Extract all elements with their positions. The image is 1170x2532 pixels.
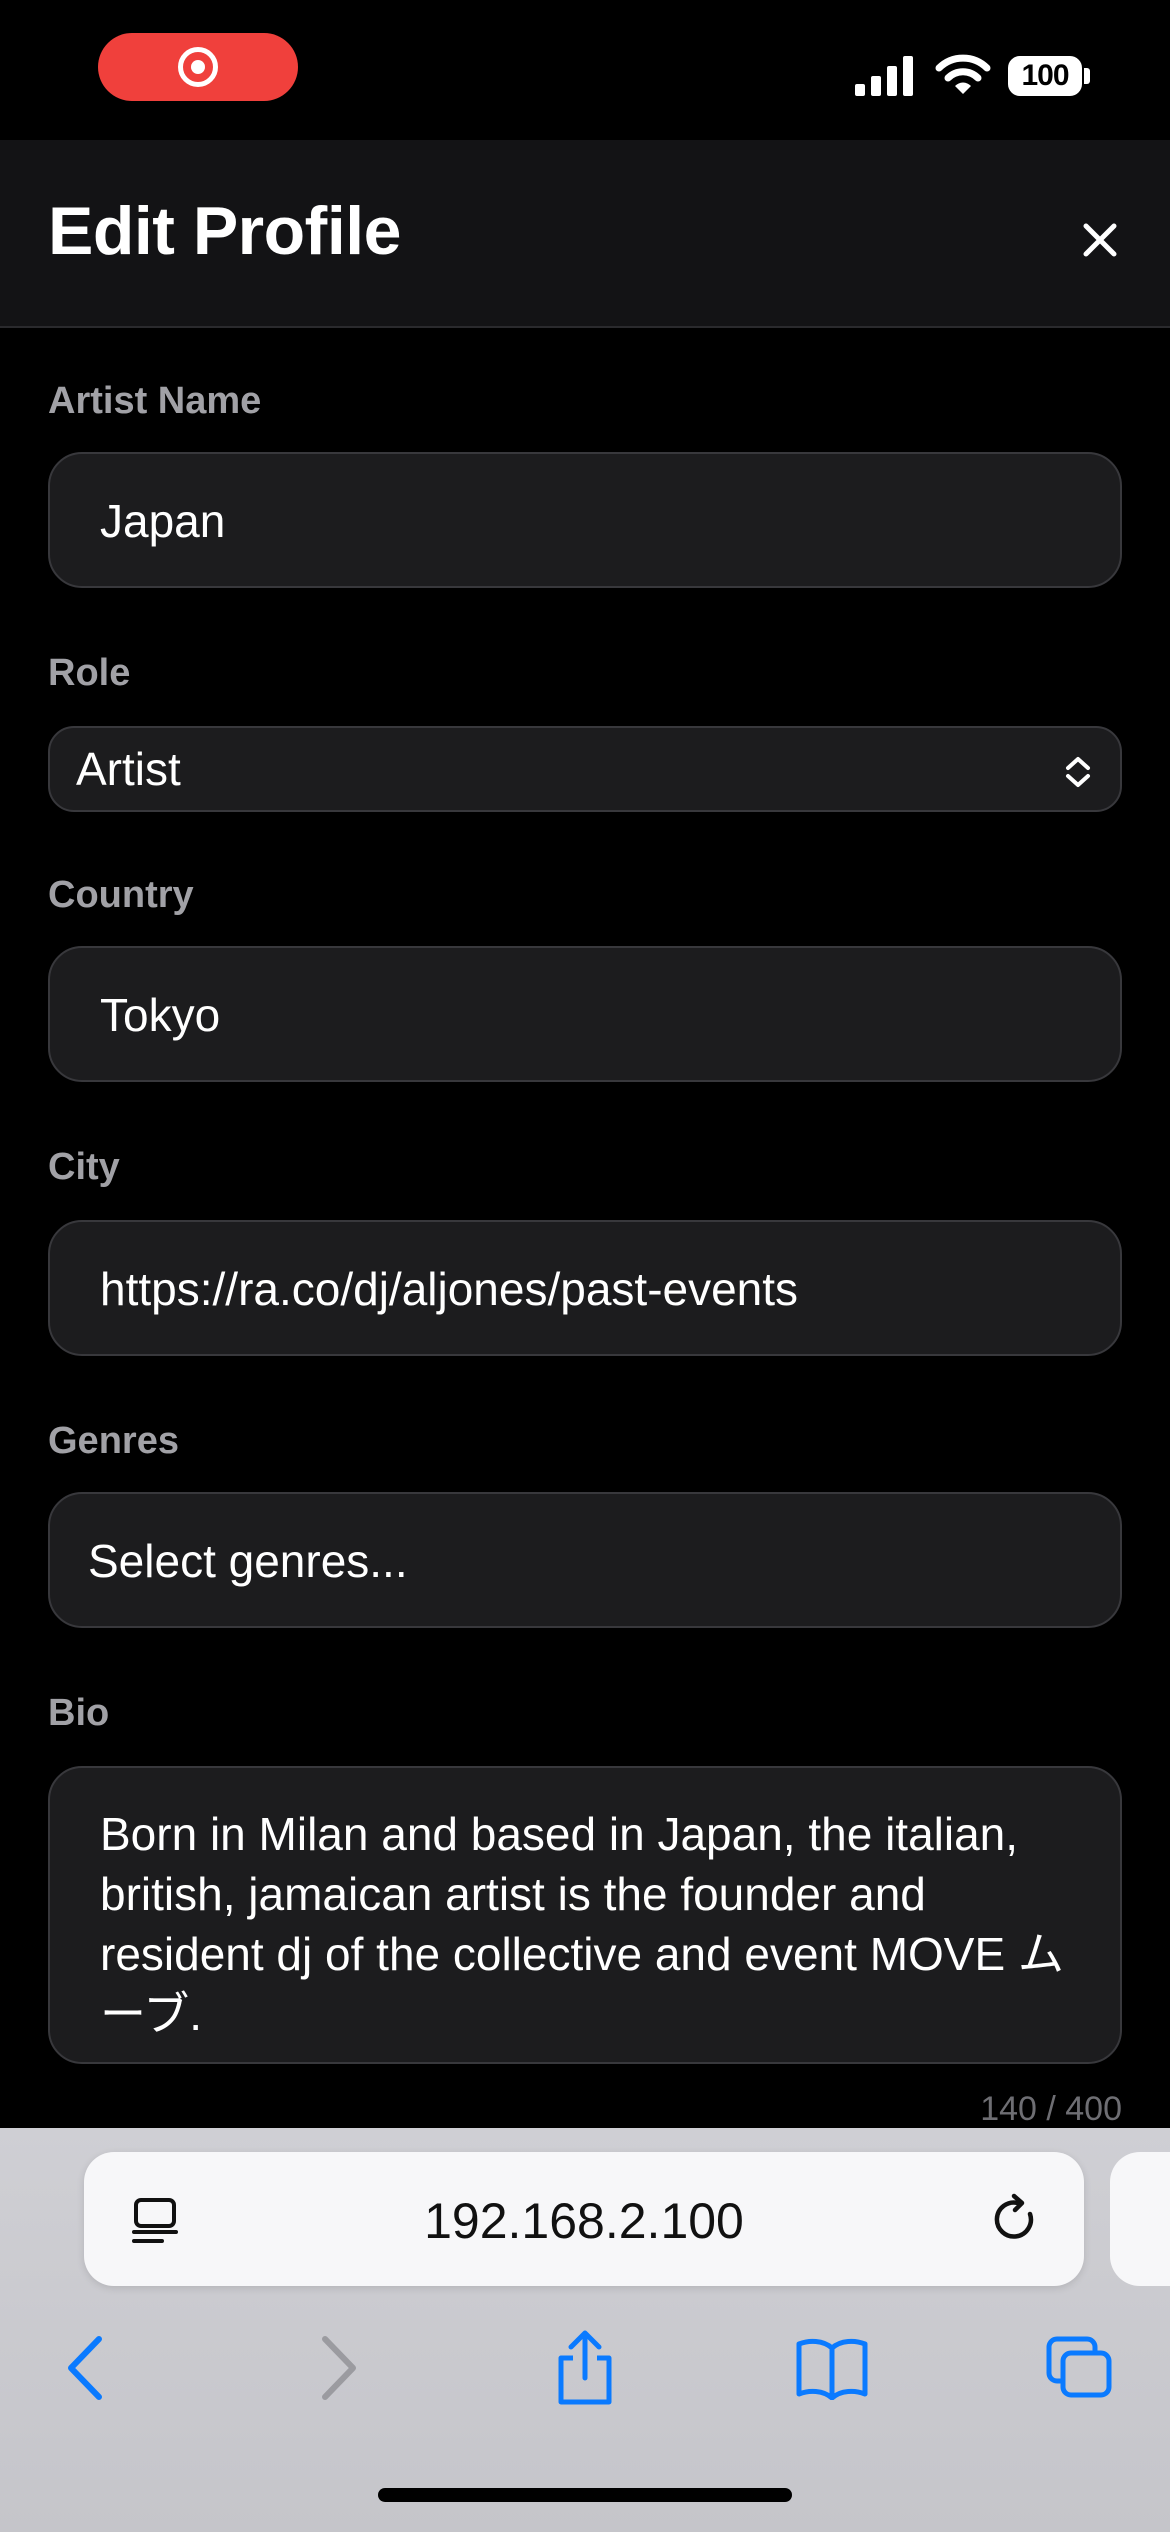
tabs-button[interactable]: [1040, 2328, 1120, 2408]
status-bar: 100: [0, 0, 1170, 140]
browser-toolbar: 192.168.2.100: [0, 2128, 1170, 2532]
country-input[interactable]: Tokyo: [48, 946, 1122, 1082]
genres-placeholder: Select genres...: [88, 1535, 408, 1587]
modal-header: Edit Profile: [0, 140, 1170, 328]
artist-name-label: Artist Name: [48, 380, 262, 422]
bio-textarea[interactable]: Born in Milan and based in Japan, the it…: [48, 1766, 1122, 2064]
book-icon: [796, 2338, 868, 2400]
page-title: Edit Profile: [48, 193, 401, 269]
wifi-icon: [935, 54, 991, 94]
url-text: 192.168.2.100: [424, 2193, 744, 2249]
battery-icon: 100: [1008, 56, 1082, 96]
genres-select[interactable]: Select genres...: [48, 1492, 1122, 1628]
bookmarks-button[interactable]: [792, 2328, 872, 2408]
forward-button[interactable]: [298, 2328, 378, 2408]
share-icon: [558, 2330, 612, 2405]
home-indicator[interactable]: [378, 2488, 792, 2502]
city-value: https://ra.co/dj/aljones/past-events: [100, 1263, 799, 1315]
city-label: City: [48, 1146, 120, 1188]
battery-tip: [1084, 68, 1090, 84]
artist-name-input[interactable]: Japan: [48, 452, 1122, 588]
record-icon: [178, 47, 218, 87]
chevron-right-icon: [322, 2336, 356, 2400]
battery-level: 100: [1021, 59, 1069, 92]
city-input[interactable]: https://ra.co/dj/aljones/past-events: [48, 1220, 1122, 1356]
share-button[interactable]: [545, 2328, 625, 2408]
tabs-icon: [1046, 2336, 1112, 2398]
next-tab-peek[interactable]: [1110, 2152, 1170, 2286]
country-label: Country: [48, 874, 194, 916]
back-button[interactable]: [46, 2328, 126, 2408]
close-icon: [1083, 223, 1117, 257]
edit-profile-screen: 100 Edit Profile Artist Name Japan Role …: [0, 0, 1170, 2532]
artist-name-value: Japan: [100, 495, 226, 547]
close-button[interactable]: [1070, 210, 1130, 270]
role-select[interactable]: Artist: [48, 726, 1122, 812]
cellular-signal-icon: [855, 56, 913, 96]
address-bar[interactable]: 192.168.2.100: [84, 2152, 1084, 2286]
genres-label: Genres: [48, 1420, 179, 1462]
role-label: Role: [48, 652, 131, 694]
reload-icon[interactable]: [988, 2192, 1044, 2248]
screen-recording-indicator[interactable]: [98, 33, 298, 101]
role-value: Artist: [76, 743, 181, 795]
bio-character-count: 140 / 400: [980, 2090, 1122, 2128]
bio-label: Bio: [48, 1692, 110, 1734]
bio-value: Born in Milan and based in Japan, the it…: [100, 1808, 1064, 2040]
chevron-left-icon: [68, 2336, 102, 2400]
chevron-up-down-icon: [1066, 757, 1090, 787]
country-value: Tokyo: [100, 989, 221, 1041]
